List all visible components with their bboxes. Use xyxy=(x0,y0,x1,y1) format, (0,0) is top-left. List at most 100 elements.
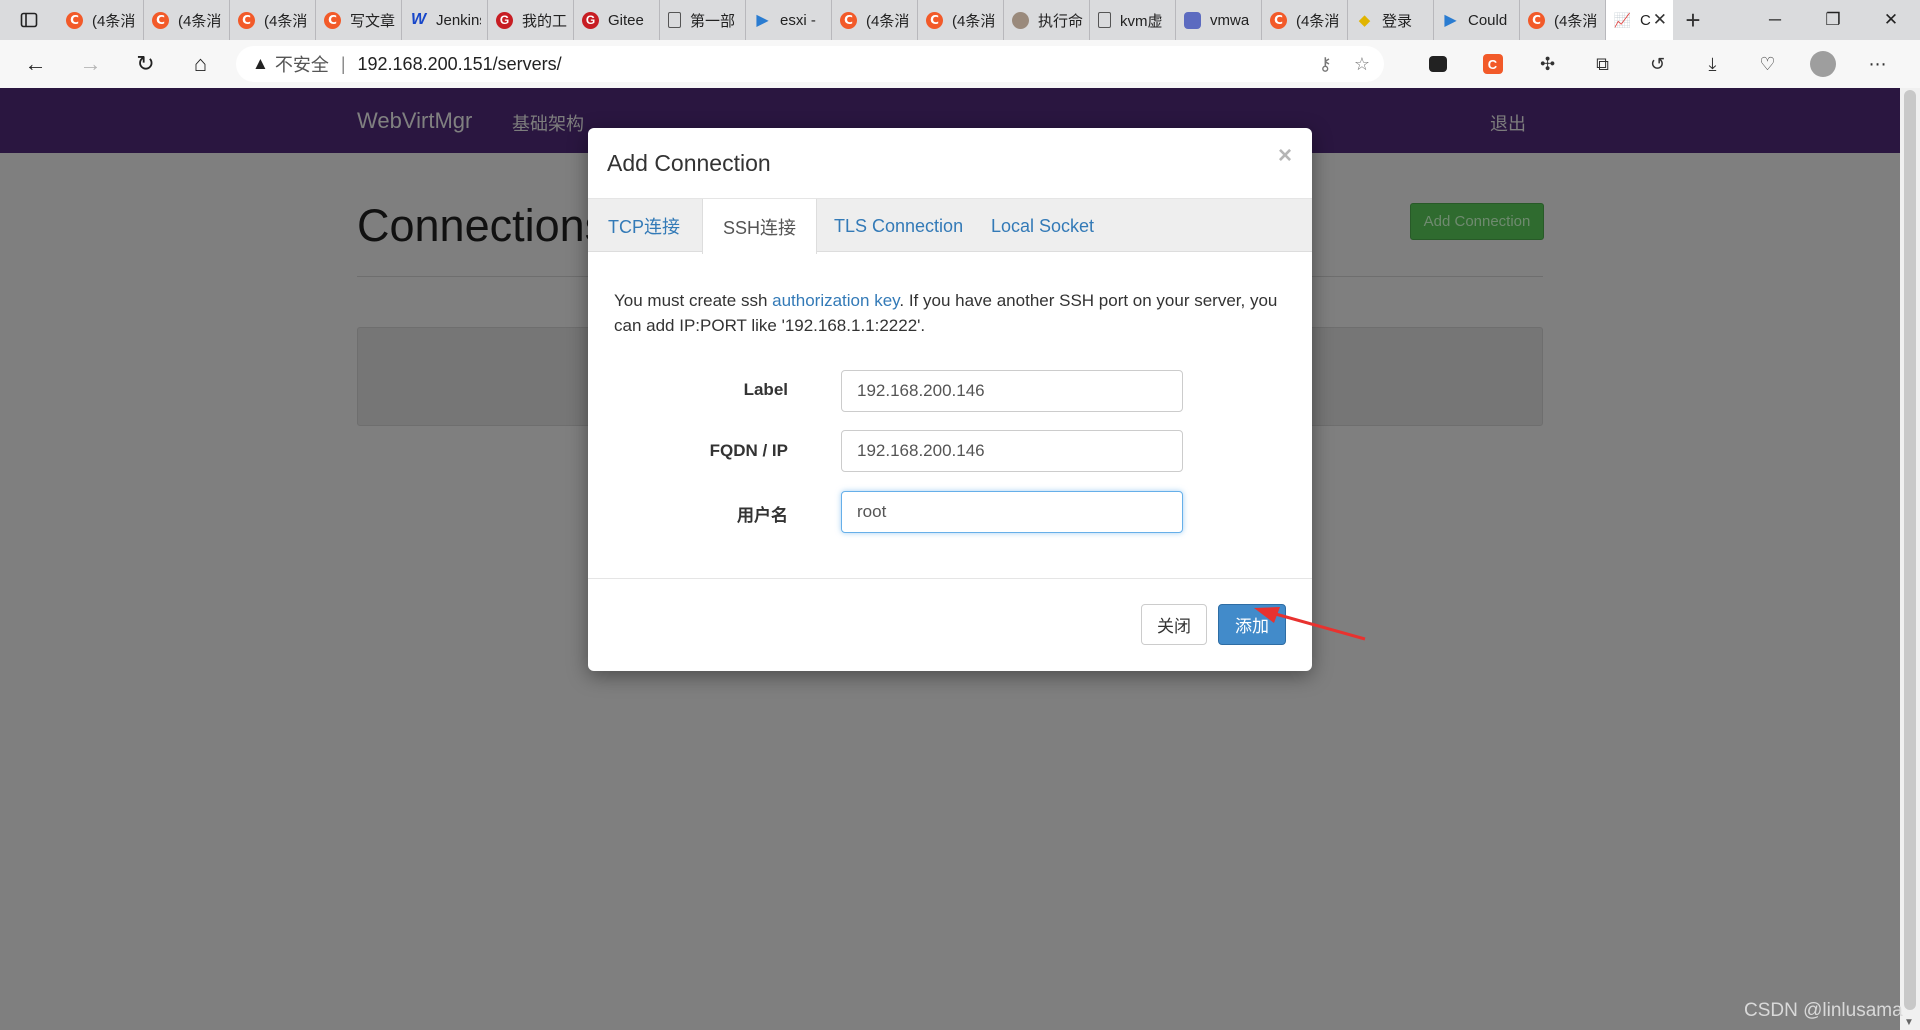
csdn-icon: C xyxy=(152,11,169,29)
reload-button[interactable]: ↻ xyxy=(118,44,173,84)
browser-tab[interactable]: kvm虚 xyxy=(1090,0,1176,40)
browser-tab[interactable]: ▶ Could xyxy=(1434,0,1520,40)
tab-title: (4条消 xyxy=(1296,12,1340,30)
download-icon[interactable]: ⤓ xyxy=(1685,44,1740,84)
csdn-icon: C xyxy=(324,11,341,29)
warning-icon: ▲ xyxy=(252,54,269,73)
browser-tab[interactable]: ▶ esxi - xyxy=(746,0,832,40)
browser-tab[interactable]: G 我的工 xyxy=(488,0,574,40)
tab-title: 写文章 xyxy=(350,12,395,30)
tab-title: (4条消 xyxy=(952,12,996,30)
new-tab-button[interactable]: + xyxy=(1673,0,1713,40)
browser-tab[interactable]: C (4条消 xyxy=(144,0,230,40)
separator: | xyxy=(340,53,346,74)
tab-title: C xyxy=(1640,11,1651,29)
vm-icon xyxy=(1184,11,1201,29)
tab-tls[interactable]: TLS Connection xyxy=(814,199,983,253)
scrollbar[interactable]: ▼ xyxy=(1900,88,1920,1030)
tab-local-socket[interactable]: Local Socket xyxy=(971,199,1114,253)
browser-tab[interactable]: C (4条消 xyxy=(58,0,144,40)
scroll-thumb[interactable] xyxy=(1904,90,1916,1010)
tab-title: 我的工 xyxy=(522,12,567,30)
restore-button[interactable]: ❐ xyxy=(1804,0,1862,40)
tab-title: (4条消 xyxy=(178,12,222,30)
back-button[interactable]: ← xyxy=(8,44,63,84)
puzzle-icon[interactable]: ✣ xyxy=(1520,44,1575,84)
csdn-extension-icon[interactable]: C xyxy=(1465,44,1520,84)
browser-tab[interactable]: C (4条消 xyxy=(1520,0,1606,40)
username-input[interactable] xyxy=(841,491,1183,533)
browser-tab[interactable]: ◆ 登录 xyxy=(1348,0,1434,40)
watermark: CSDN @linlusama xyxy=(1744,1000,1903,1021)
add-favorite-icon[interactable]: ☆ xyxy=(1354,54,1370,75)
tab-actions-button[interactable] xyxy=(0,0,58,40)
close-tab-icon[interactable]: ✕ xyxy=(1653,10,1667,30)
minimize-button[interactable]: ─ xyxy=(1746,0,1804,40)
logout-link[interactable]: 退出 xyxy=(1490,110,1526,136)
modal-title: Add Connection xyxy=(607,150,771,176)
help-prefix: You must create ssh xyxy=(614,291,773,310)
close-window-button[interactable]: ✕ xyxy=(1862,0,1920,40)
address-bar[interactable]: ▲ 不安全 | 192.168.200.151/servers/ ⚷ ☆ xyxy=(236,46,1384,82)
insecure-label: 不安全 xyxy=(274,55,329,75)
person-icon xyxy=(1012,11,1029,29)
key-icon[interactable]: ⚷ xyxy=(1319,54,1332,75)
browser-tab[interactable]: C (4条消 xyxy=(918,0,1004,40)
browser-toolbar: ← → ↻ ⌂ ▲ 不安全 | 192.168.200.151/servers/… xyxy=(0,40,1920,88)
ssh-help-text: You must create ssh authorization key. I… xyxy=(614,288,1294,338)
tab-list: C (4条消 C (4条消 C (4条消 C 写文章 W Jenkins G 我的工 G Gitee 第一部… xyxy=(58,0,1606,40)
annotation-arrow-icon xyxy=(1254,607,1366,641)
browser-tab[interactable]: 第一部 xyxy=(660,0,746,40)
browser-tab[interactable]: C (4条消 xyxy=(832,0,918,40)
home-button[interactable]: ⌂ xyxy=(173,44,228,84)
add-connection-button[interactable]: Add Connection xyxy=(1410,203,1544,240)
connection-tabs: TCP连接 SSH连接 TLS Connection Local Socket xyxy=(588,198,1312,254)
url-text: 192.168.200.151/servers/ xyxy=(357,53,562,74)
extension-icon[interactable] xyxy=(1410,44,1465,84)
close-icon[interactable]: × xyxy=(1278,142,1292,170)
tab-title: Gitee xyxy=(608,11,644,29)
tab-title: vmwa xyxy=(1210,11,1250,29)
window-controls: ─ ❐ ✕ xyxy=(1746,0,1920,40)
forward-button[interactable]: → xyxy=(63,44,118,84)
gitee-icon: G xyxy=(582,11,599,29)
tab-active[interactable]: 📈 C ✕ xyxy=(1606,0,1673,40)
history-icon[interactable]: ↺ xyxy=(1630,44,1685,84)
browser-tab[interactable]: W Jenkins xyxy=(402,0,488,40)
csdn-icon: C xyxy=(840,11,857,29)
footer-divider xyxy=(588,578,1312,579)
label-input[interactable] xyxy=(841,370,1183,412)
more-menu-icon[interactable]: ⋯ xyxy=(1850,44,1905,84)
nav-infrastructure[interactable]: 基础架构 xyxy=(512,110,584,136)
scroll-down-icon[interactable]: ▼ xyxy=(1904,1017,1914,1028)
authorization-key-link[interactable]: authorization key xyxy=(772,291,899,310)
csdn-icon: C xyxy=(66,11,83,29)
tab-tcp[interactable]: TCP连接 xyxy=(588,199,700,253)
profile-button[interactable] xyxy=(1795,44,1850,84)
csdn-icon: C xyxy=(926,11,943,29)
bing-icon: ▶ xyxy=(756,12,769,29)
tab-title: (4条消 xyxy=(92,12,136,30)
browser-tab[interactable]: C 写文章 xyxy=(316,0,402,40)
browser-tab[interactable]: C (4条消 xyxy=(230,0,316,40)
browser-tab[interactable]: 执行命 xyxy=(1004,0,1090,40)
tab-ssh[interactable]: SSH连接 xyxy=(702,199,818,254)
gitee-icon: G xyxy=(496,11,513,29)
toolbar-extensions: C ✣ ⧉ ↺ ⤓ ♡ ⋯ xyxy=(1410,44,1905,84)
tab-title: 执行命 xyxy=(1038,12,1083,30)
brand-link[interactable]: WebVirtMgr xyxy=(357,108,472,134)
tab-title: 登录 xyxy=(1382,12,1413,30)
browser-tab[interactable]: vmwa xyxy=(1176,0,1262,40)
tab-title: Jenkins xyxy=(436,11,481,29)
tab-title: esxi - xyxy=(780,11,816,29)
page-title: Connections xyxy=(357,200,608,251)
tab-title: (4条消 xyxy=(866,12,910,30)
tab-title: kvm虚 xyxy=(1120,12,1163,30)
browser-tab[interactable]: C (4条消 xyxy=(1262,0,1348,40)
close-button[interactable]: 关闭 xyxy=(1141,604,1207,645)
performance-icon[interactable]: ♡ xyxy=(1740,44,1795,84)
document-icon xyxy=(1098,12,1111,28)
browser-tab[interactable]: G Gitee xyxy=(574,0,660,40)
fqdn-input[interactable] xyxy=(841,430,1183,472)
collections-icon[interactable]: ⧉ xyxy=(1575,44,1630,84)
